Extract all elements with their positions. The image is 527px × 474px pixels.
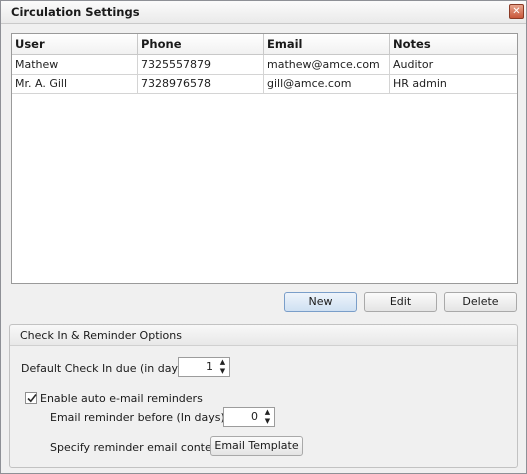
chevron-down-icon[interactable]: ▼ xyxy=(261,417,274,426)
column-header-email[interactable]: Email xyxy=(264,34,390,54)
email-template-button[interactable]: Email Template xyxy=(210,436,303,456)
enable-reminders-label[interactable]: Enable auto e-mail reminders xyxy=(40,392,203,405)
edit-button[interactable]: Edit xyxy=(364,292,437,312)
reminder-before-stepper[interactable]: 0 ▲ ▼ xyxy=(223,407,275,427)
chevron-up-icon[interactable]: ▲ xyxy=(261,408,274,417)
table-row[interactable]: Mr. A. Gill 7328976578 gill@amce.com HR … xyxy=(12,74,517,94)
cell-notes[interactable]: Auditor xyxy=(390,55,517,74)
reminder-content-label: Specify reminder email content: xyxy=(50,441,227,454)
cell-user[interactable]: Mathew xyxy=(12,55,138,74)
cell-email[interactable]: mathew@amce.com xyxy=(264,55,390,74)
close-icon: ✕ xyxy=(512,6,521,17)
checkin-due-value[interactable]: 1 xyxy=(206,360,213,373)
new-button[interactable]: New xyxy=(284,292,357,312)
table-row[interactable]: Mathew 7325557879 mathew@amce.com Audito… xyxy=(12,55,517,75)
table-header: User Phone Email Notes xyxy=(12,34,517,55)
column-header-user[interactable]: User xyxy=(12,34,138,54)
cell-notes[interactable]: HR admin xyxy=(390,74,517,93)
cell-phone[interactable]: 7328976578 xyxy=(138,74,264,93)
group-title: Check In & Reminder Options xyxy=(20,329,182,342)
reminder-before-label: Email reminder before (In days): xyxy=(50,411,229,424)
cell-user[interactable]: Mr. A. Gill xyxy=(12,74,138,93)
circulation-settings-window: Circulation Settings ✕ User Phone Email … xyxy=(0,0,527,474)
delete-button[interactable]: Delete xyxy=(444,292,517,312)
reminder-before-value[interactable]: 0 xyxy=(251,410,258,423)
title-bar: Circulation Settings ✕ xyxy=(1,1,526,24)
users-table[interactable]: User Phone Email Notes Mathew 7325557879… xyxy=(11,33,518,284)
stepper-arrows: ▲ ▼ xyxy=(216,358,229,376)
close-button[interactable]: ✕ xyxy=(509,4,524,19)
checkin-reminder-options-group: Check In & Reminder Options Default Chec… xyxy=(9,324,518,468)
group-header: Check In & Reminder Options xyxy=(10,325,517,346)
checkmark-icon xyxy=(27,394,37,403)
column-header-phone[interactable]: Phone xyxy=(138,34,264,54)
stepper-arrows: ▲ ▼ xyxy=(261,408,274,426)
checkin-due-label: Default Check In due (in days): xyxy=(21,362,192,375)
window-title: Circulation Settings xyxy=(11,5,140,19)
enable-reminders-checkbox[interactable] xyxy=(25,392,37,404)
chevron-down-icon[interactable]: ▼ xyxy=(216,367,229,376)
cell-email[interactable]: gill@amce.com xyxy=(264,74,390,93)
chevron-up-icon[interactable]: ▲ xyxy=(216,358,229,367)
cell-phone[interactable]: 7325557879 xyxy=(138,55,264,74)
checkin-due-stepper[interactable]: 1 ▲ ▼ xyxy=(178,357,230,377)
column-header-notes[interactable]: Notes xyxy=(390,34,517,54)
